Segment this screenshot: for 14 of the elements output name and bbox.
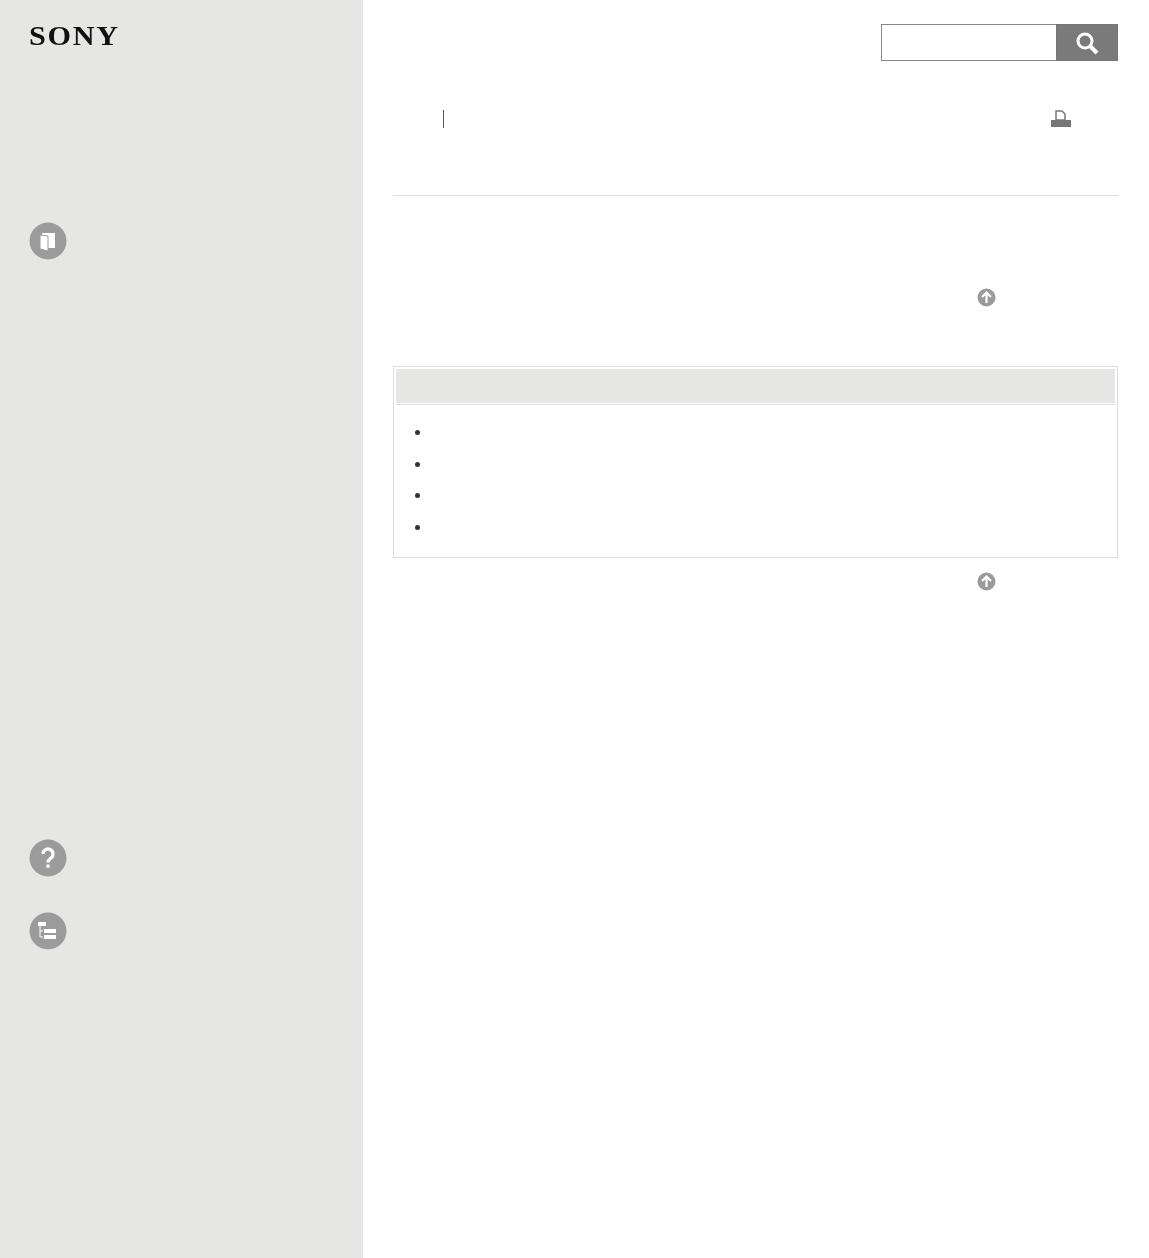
- help-icon[interactable]: [29, 839, 67, 877]
- back-to-top-icon[interactable]: [977, 288, 996, 307]
- printer-icon[interactable]: [1050, 110, 1071, 128]
- search-button[interactable]: [1056, 24, 1118, 61]
- bullet-icon: [415, 430, 420, 436]
- sony-logo[interactable]: SONY: [29, 22, 120, 50]
- search-field[interactable]: [881, 24, 1056, 61]
- sitemap-icon[interactable]: [29, 912, 67, 950]
- back-to-top-icon[interactable]: [977, 572, 996, 591]
- bullet-icon: [415, 493, 420, 499]
- bullet-icon: [415, 461, 420, 467]
- book-icon[interactable]: [29, 222, 67, 260]
- bullet-icon: [415, 524, 420, 530]
- search-icon: [1075, 30, 1099, 55]
